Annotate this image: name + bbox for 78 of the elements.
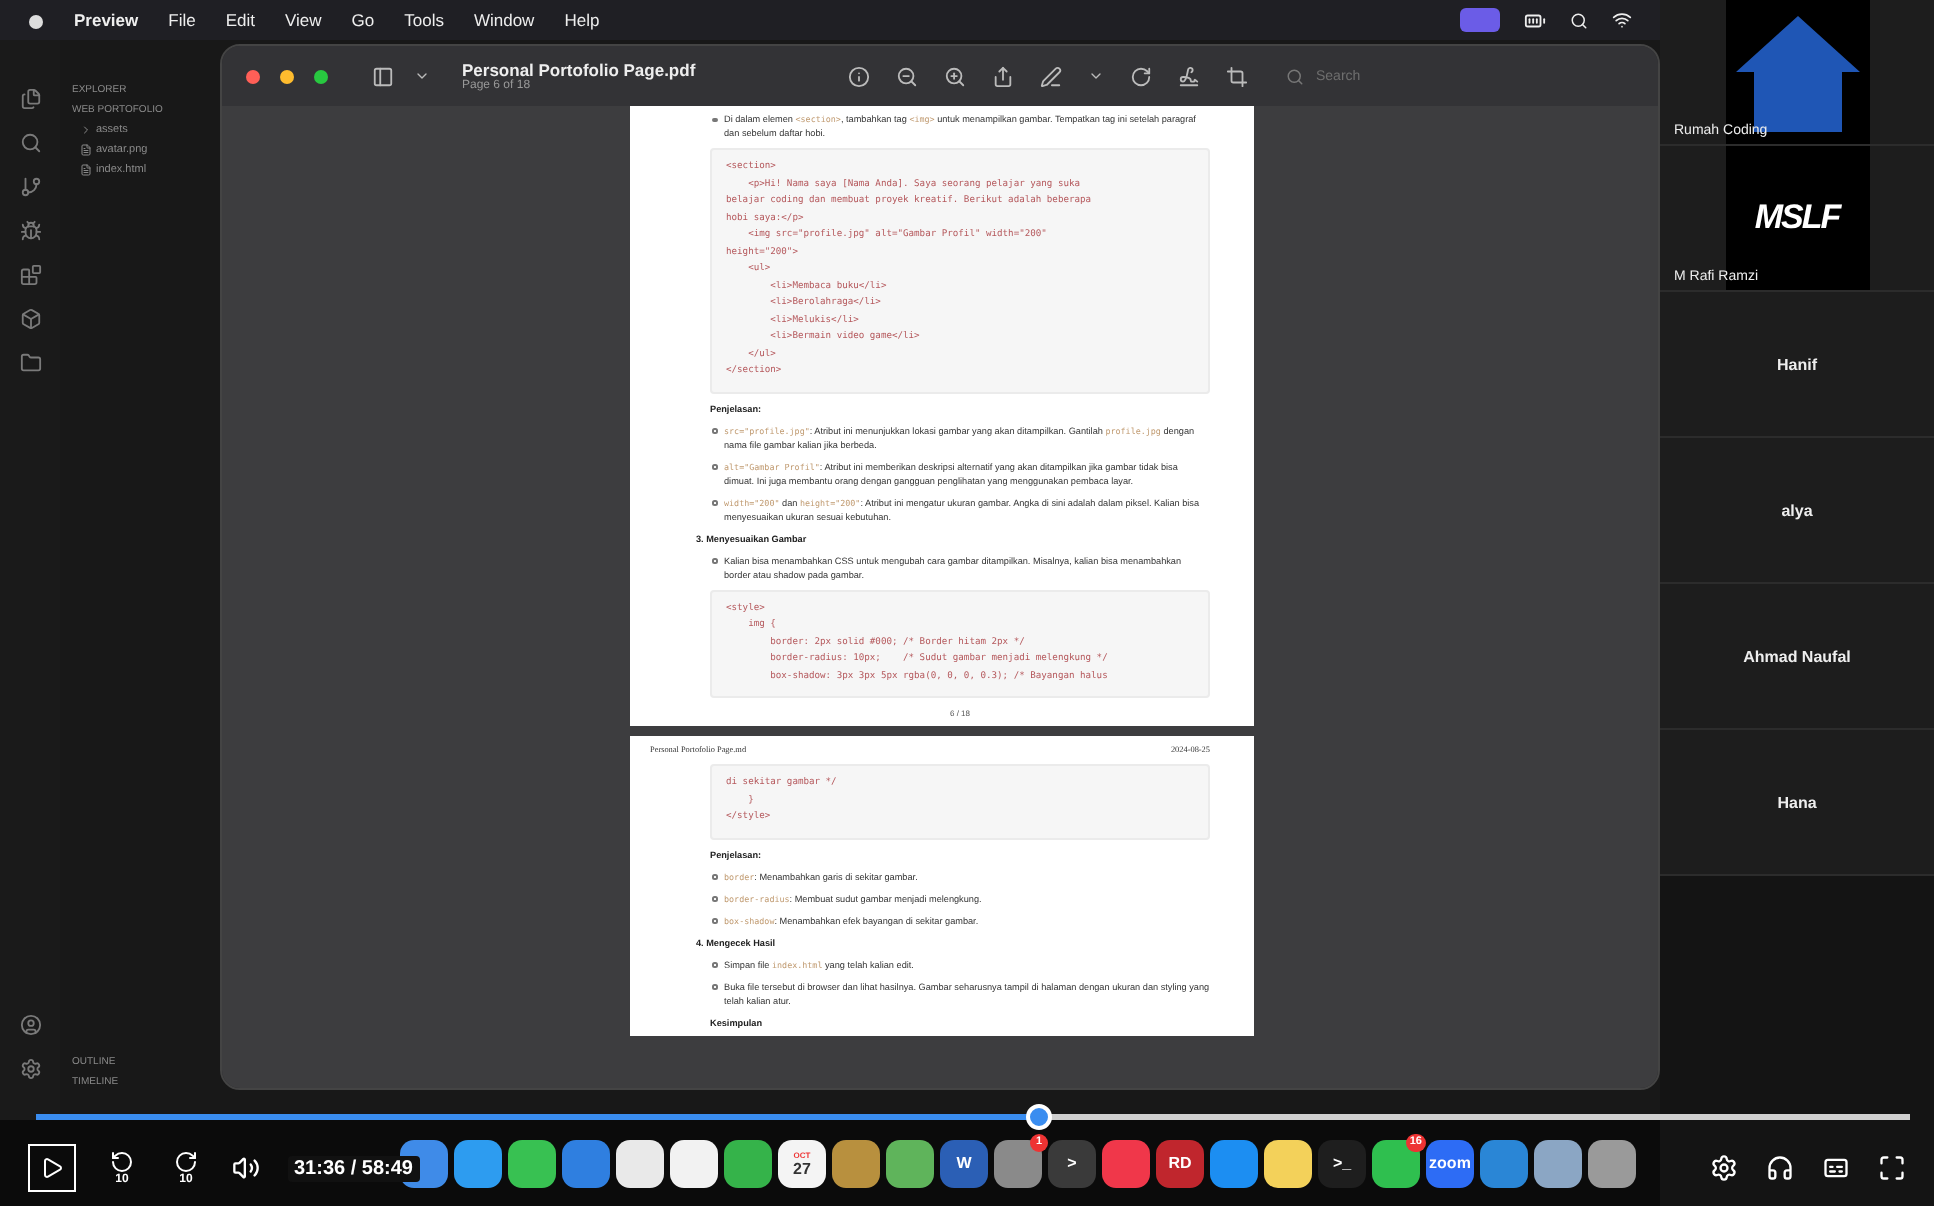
rotate-icon[interactable] bbox=[1130, 65, 1152, 87]
markup-icon[interactable] bbox=[1178, 65, 1200, 87]
dock-app-icon[interactable] bbox=[886, 1139, 934, 1187]
sidebar-tool-icon[interactable] bbox=[19, 132, 41, 154]
play-button[interactable] bbox=[28, 1144, 76, 1192]
dock-app-icon[interactable] bbox=[1534, 1139, 1582, 1187]
participant-name: Hana bbox=[1777, 793, 1817, 811]
share-icon[interactable] bbox=[992, 65, 1014, 87]
search-icon[interactable] bbox=[1570, 11, 1588, 29]
dock-app-icon[interactable] bbox=[724, 1139, 772, 1187]
crop-icon[interactable] bbox=[1226, 65, 1248, 87]
dock-app-icon[interactable] bbox=[616, 1139, 664, 1187]
account-icon[interactable] bbox=[19, 1014, 41, 1036]
pen-icon[interactable] bbox=[1040, 65, 1062, 87]
dock-app-icon[interactable] bbox=[1588, 1139, 1636, 1187]
zoom-out-icon[interactable] bbox=[896, 65, 918, 87]
menu-item[interactable]: Help bbox=[564, 10, 600, 30]
bullet-icon bbox=[712, 874, 717, 879]
menu-item[interactable]: Window bbox=[473, 10, 535, 30]
dock-app-icon[interactable]: >_ bbox=[1318, 1139, 1366, 1187]
file-icon bbox=[80, 164, 92, 176]
dock-app-icon[interactable] bbox=[1264, 1139, 1312, 1187]
dock-app-icon[interactable]: zoom bbox=[1426, 1139, 1474, 1187]
participant-name: alya bbox=[1781, 501, 1813, 519]
bullet-icon bbox=[712, 558, 717, 563]
sidebar-icon[interactable] bbox=[372, 65, 394, 87]
bullet-icon bbox=[712, 984, 717, 989]
zoom-in-icon[interactable] bbox=[944, 65, 966, 87]
menu-item[interactable]: File bbox=[168, 10, 196, 30]
dock-app-icon[interactable]: RD bbox=[1156, 1139, 1204, 1187]
sidebar-tool-icon[interactable] bbox=[19, 308, 41, 330]
bullet-icon bbox=[712, 896, 717, 901]
wifi-icon[interactable] bbox=[1612, 10, 1632, 30]
bullet-icon bbox=[712, 117, 717, 122]
menu-item[interactable]: Go bbox=[351, 10, 375, 30]
dock-app-icon[interactable]: W bbox=[940, 1139, 988, 1187]
bullet-icon bbox=[712, 428, 717, 433]
menu-item[interactable]: View bbox=[285, 10, 322, 30]
search-icon bbox=[1286, 67, 1304, 85]
participant-name: Hanif bbox=[1777, 355, 1817, 373]
dock-app-icon[interactable]: > bbox=[1048, 1139, 1096, 1187]
bullet-icon bbox=[712, 464, 717, 469]
volume-icon[interactable] bbox=[232, 1154, 260, 1182]
fullscreen-icon[interactable] bbox=[1878, 1154, 1906, 1182]
chevron-icon[interactable] bbox=[1088, 68, 1104, 84]
chevron-icon[interactable] bbox=[414, 68, 430, 84]
bullet-icon bbox=[712, 962, 717, 967]
menu-item[interactable]: Tools bbox=[404, 10, 444, 30]
playback-time: 31:36 / 58:49 bbox=[288, 1155, 419, 1181]
bullet-icon bbox=[712, 918, 717, 923]
zoom-button[interactable] bbox=[314, 69, 328, 83]
app-menu[interactable]: Preview bbox=[74, 10, 139, 30]
play-icon bbox=[40, 1156, 64, 1180]
dock-app-icon[interactable] bbox=[508, 1139, 556, 1187]
headphones-icon[interactable] bbox=[1766, 1154, 1794, 1182]
battery-icon[interactable] bbox=[1524, 9, 1546, 31]
sidebar-tool-icon[interactable] bbox=[19, 176, 41, 198]
sidebar-tool-icon[interactable] bbox=[19, 264, 41, 286]
menu-item[interactable]: Edit bbox=[225, 10, 255, 30]
dock-app-icon[interactable] bbox=[1210, 1139, 1258, 1187]
forward-icon bbox=[174, 1149, 198, 1173]
minimize-button[interactable] bbox=[280, 69, 294, 83]
file-icon bbox=[80, 144, 92, 156]
rewind-icon bbox=[110, 1149, 134, 1173]
sidebar-tool-icon[interactable] bbox=[19, 88, 41, 110]
sidebar-tool-icon[interactable] bbox=[19, 352, 41, 374]
bullet-icon bbox=[712, 500, 717, 505]
progress-handle[interactable] bbox=[1026, 1104, 1053, 1130]
chevron-icon bbox=[80, 124, 92, 136]
info-icon[interactable] bbox=[848, 65, 870, 87]
dock-app-icon[interactable] bbox=[454, 1139, 502, 1187]
sidebar-tool-icon[interactable] bbox=[19, 220, 41, 242]
window-title: Personal Portofolio Page.pdf bbox=[462, 60, 696, 80]
captions-icon[interactable] bbox=[1822, 1154, 1850, 1182]
close-button[interactable] bbox=[246, 69, 260, 83]
dock-app-icon[interactable] bbox=[832, 1139, 880, 1187]
dock-app-icon[interactable] bbox=[670, 1139, 718, 1187]
participant-name: Ahmad Naufal bbox=[1743, 647, 1851, 665]
